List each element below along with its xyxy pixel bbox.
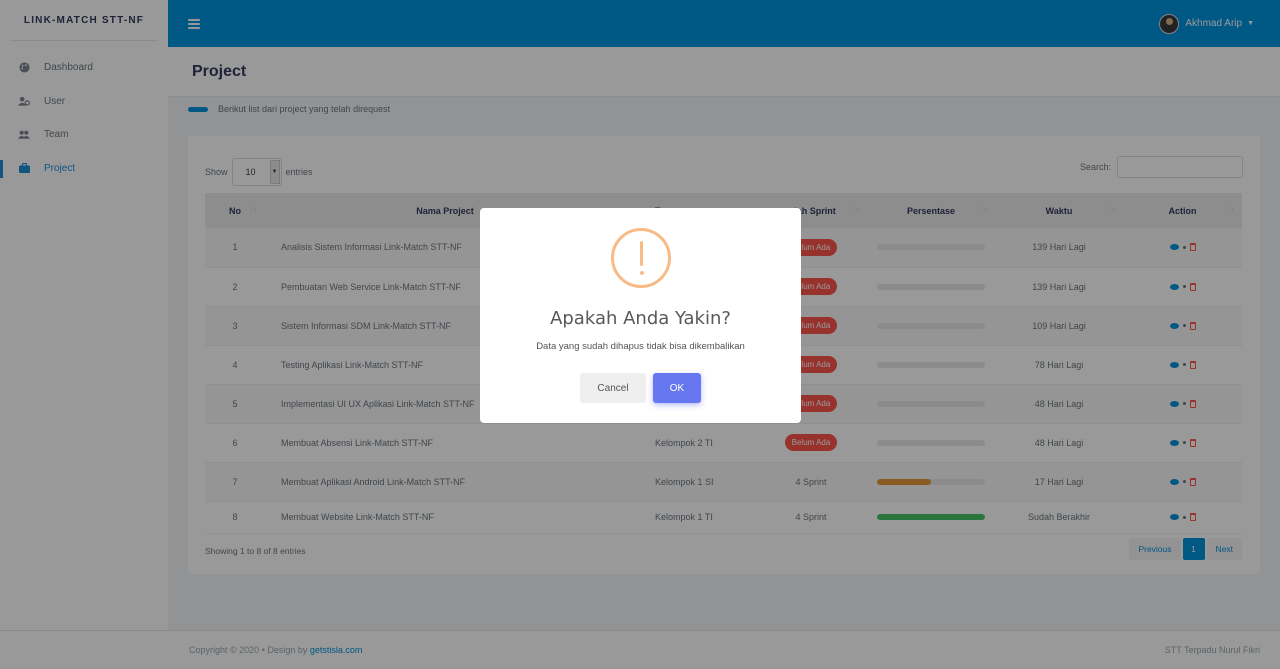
dialog-title: Apakah Anda Yakin? [550,308,731,329]
ok-button[interactable]: OK [653,373,701,403]
confirm-dialog: Apakah Anda Yakin? Data yang sudah dihap… [480,208,801,423]
dialog-buttons: Cancel OK [480,373,801,403]
warning-icon [610,228,671,288]
cancel-button[interactable]: Cancel [580,373,646,403]
dialog-text: Data yang sudah dihapus tidak bisa dikem… [536,341,745,352]
